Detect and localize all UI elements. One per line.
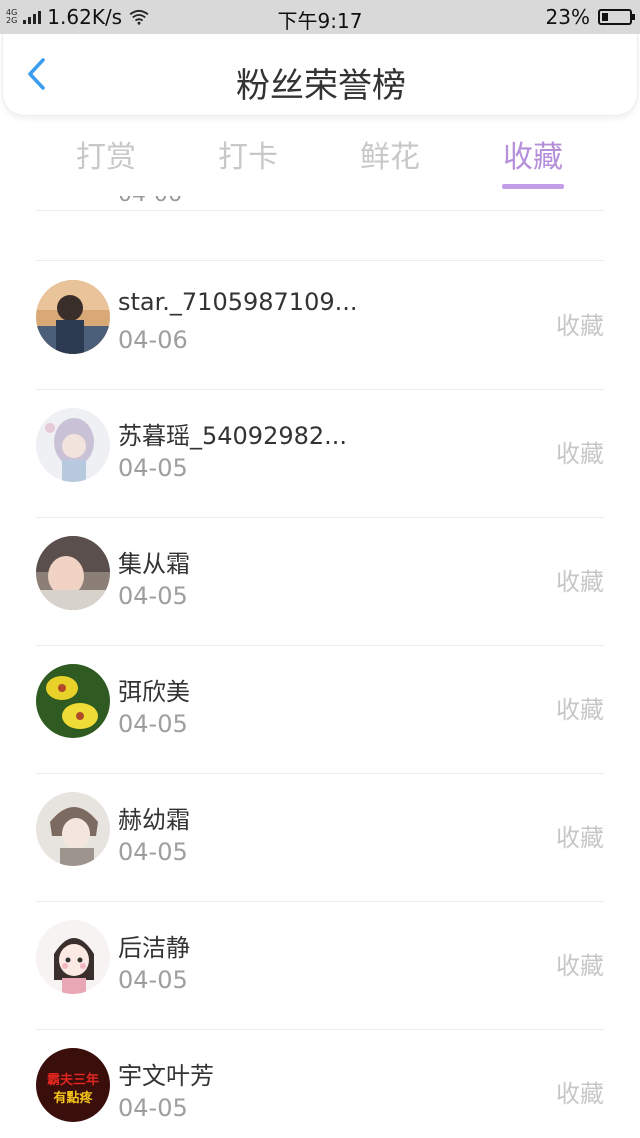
action-label: 收藏 <box>556 952 604 980</box>
tab-flowers[interactable]: 鲜花 <box>330 132 450 176</box>
fan-date: 04-05 <box>118 582 188 610</box>
tab-bar: 打赏 打卡 鲜花 收藏 <box>0 132 640 192</box>
avatar[interactable] <box>36 920 110 994</box>
status-time: 下午9:17 <box>277 9 363 33</box>
avatar[interactable] <box>36 408 110 482</box>
avatar-text-line-2: 有點疼 <box>53 1090 93 1106</box>
fan-name: star._7105987109... <box>118 288 358 316</box>
fan-date: 04-06 <box>118 326 188 354</box>
list-item[interactable]: 集从霜 04-05 收藏 <box>0 518 640 646</box>
action-label: 收藏 <box>556 568 604 596</box>
fan-name: 赫幼霜 <box>118 806 190 834</box>
fan-name: 宇文叶芳 <box>118 1062 214 1090</box>
list-item[interactable]: 弭欣美 04-05 收藏 <box>0 646 640 774</box>
action-label: 收藏 <box>556 1080 604 1108</box>
action-label: 收藏 <box>556 440 604 468</box>
tab-favorites[interactable]: 收藏 <box>473 132 593 176</box>
fan-name: 苏暮瑶_54092982... <box>118 422 348 450</box>
tab-reward[interactable]: 打赏 <box>46 132 166 176</box>
avatar-text-line-1: 霸夫三年 <box>47 1072 99 1088</box>
fan-date: 04-05 <box>118 838 188 866</box>
list-item[interactable]: 后洁静 04-05 收藏 <box>0 902 640 1030</box>
avatar[interactable] <box>36 536 110 610</box>
fan-date: 04-05 <box>118 454 188 482</box>
page-title: 粉丝荣誉榜 <box>236 66 406 106</box>
action-label: 收藏 <box>556 696 604 724</box>
battery-fill <box>602 13 608 21</box>
status-bar: 4G 2G 1.62K/s 下午9:17 23% <box>0 0 640 34</box>
fan-name: 后洁静 <box>118 934 190 962</box>
fan-name: 弭欣美 <box>118 678 190 706</box>
avatar[interactable] <box>36 792 110 866</box>
divider <box>36 210 604 211</box>
partial-item-date: 04-06 <box>118 196 182 207</box>
list-item[interactable]: 赫幼霜 04-05 收藏 <box>0 774 640 902</box>
active-tab-indicator <box>502 184 564 189</box>
battery-percent: 23% <box>545 5 590 29</box>
action-label: 收藏 <box>556 312 604 340</box>
fan-list: 04-06 star._7105987109... 04-06 收藏 <box>0 196 640 1138</box>
avatar[interactable] <box>36 664 110 738</box>
avatar[interactable]: 霸夫三年 有點疼 <box>36 1048 110 1122</box>
list-item[interactable]: 苏暮瑶_54092982... 04-05 收藏 <box>0 390 640 518</box>
tab-checkin[interactable]: 打卡 <box>188 132 308 176</box>
fan-date: 04-05 <box>118 1094 188 1122</box>
fan-date: 04-05 <box>118 966 188 994</box>
fan-date: 04-05 <box>118 710 188 738</box>
partial-list-item: 04-06 <box>118 196 182 216</box>
list-item[interactable]: 霸夫三年 有點疼 宇文叶芳 04-05 收藏 <box>0 1030 640 1138</box>
fan-name: 集从霜 <box>118 550 190 578</box>
list-item[interactable]: star._7105987109... 04-06 收藏 <box>0 262 640 390</box>
divider <box>36 260 604 261</box>
nav-header: 粉丝荣誉榜 <box>2 34 638 116</box>
action-label: 收藏 <box>556 824 604 852</box>
avatar[interactable] <box>36 280 110 354</box>
status-right: 23% <box>545 0 635 34</box>
battery-icon <box>598 9 635 25</box>
